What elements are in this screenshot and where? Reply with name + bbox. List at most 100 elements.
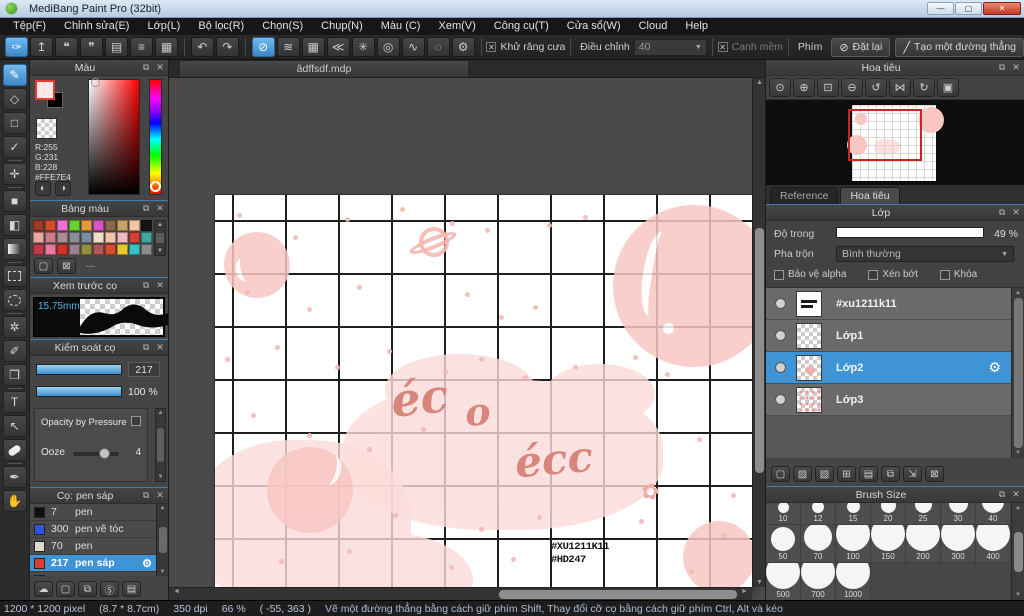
comment-icon[interactable]: ❝ bbox=[55, 37, 78, 57]
reset-button[interactable]: ⊘ Đặt lại bbox=[831, 37, 891, 57]
snap-parallel-icon[interactable]: ≋ bbox=[276, 37, 300, 57]
brush-size-50[interactable]: 50 bbox=[766, 525, 801, 563]
ooze-slider[interactable] bbox=[73, 448, 119, 459]
palette-swatch[interactable] bbox=[33, 232, 44, 243]
figure-tool[interactable]: □ bbox=[2, 112, 27, 134]
brush-size-30[interactable]: 30 bbox=[941, 503, 976, 525]
layer-row-2[interactable]: Lớp2 ⚙ bbox=[766, 352, 1011, 384]
snap-ellipse-icon[interactable]: ◌ bbox=[426, 37, 450, 57]
brush-size-15[interactable]: 15 bbox=[836, 503, 871, 525]
palette-swatch[interactable] bbox=[105, 220, 116, 231]
palette-swatch[interactable] bbox=[69, 244, 80, 255]
saturation-value-picker[interactable] bbox=[88, 78, 140, 195]
brush-size-scrollbar[interactable]: ▲ ▼ bbox=[1011, 503, 1024, 600]
snap-vanishing-point-icon[interactable]: ≪ bbox=[326, 37, 350, 57]
palette-swatch[interactable] bbox=[93, 220, 104, 231]
palette-swatch[interactable] bbox=[93, 232, 104, 243]
scroll-up-icon[interactable]: ▲ bbox=[753, 79, 765, 86]
scroll-down-icon[interactable]: ▼ bbox=[1015, 450, 1021, 456]
soft-eraser-tool[interactable] bbox=[2, 439, 27, 461]
transparent-color-swatch[interactable] bbox=[36, 118, 57, 139]
operation-tool[interactable]: ↖ bbox=[2, 415, 27, 437]
add-halftone-layer-icon[interactable]: ▨ bbox=[793, 466, 812, 482]
merge-down-icon[interactable]: ⇲ bbox=[903, 466, 922, 482]
brush-tool[interactable]: ✎ bbox=[2, 64, 27, 86]
layer-settings-icon[interactable]: ⚙ bbox=[988, 359, 1001, 376]
palette-swatch[interactable] bbox=[117, 244, 128, 255]
hue-slider[interactable] bbox=[149, 79, 162, 195]
palette-swatch[interactable] bbox=[69, 232, 80, 243]
hue-cursor[interactable] bbox=[150, 181, 161, 192]
layer-visibility-icon[interactable] bbox=[776, 363, 785, 372]
palette-scrollbar[interactable]: ▲ ▼ bbox=[154, 220, 166, 256]
control-scrollbar[interactable]: ▲ ▼ bbox=[155, 408, 166, 482]
menu-item-5[interactable]: Chụp(N) bbox=[312, 18, 372, 35]
foreground-color-swatch[interactable] bbox=[35, 80, 55, 100]
palette-swatch[interactable] bbox=[141, 220, 152, 231]
zoom-in-icon[interactable]: ⊕ bbox=[793, 78, 815, 97]
palette-swatch[interactable] bbox=[45, 232, 56, 243]
palette-swatch[interactable] bbox=[45, 220, 56, 231]
brush-item-0[interactable]: 7 pen bbox=[30, 504, 156, 521]
palette-swatch[interactable] bbox=[129, 232, 140, 243]
brush-size-70[interactable]: 70 bbox=[801, 525, 836, 563]
snap-cross-icon[interactable]: ▦ bbox=[301, 37, 325, 57]
scroll-down-icon[interactable]: ▼ bbox=[753, 579, 765, 586]
brush-size-100[interactable]: 100 bbox=[836, 525, 871, 563]
scroll-thumb[interactable] bbox=[157, 428, 164, 462]
menu-item-11[interactable]: Help bbox=[676, 18, 717, 35]
close-icon[interactable]: ✕ bbox=[154, 342, 166, 353]
menu-item-0[interactable]: Tệp(F) bbox=[4, 18, 55, 35]
horizontal-scrollbar[interactable]: ◄ ► bbox=[169, 587, 752, 600]
menu-item-7[interactable]: Xem(V) bbox=[429, 18, 484, 35]
palette-swatch[interactable] bbox=[57, 220, 68, 231]
comic-layout-icon[interactable]: ▦ bbox=[155, 37, 178, 57]
antialias-checkbox[interactable]: ✕ Khử răng cưa bbox=[486, 41, 565, 53]
palette-swatch[interactable] bbox=[69, 220, 80, 231]
brush-list-scrollbar[interactable]: ▲ ▼ bbox=[156, 504, 168, 576]
scroll-up-icon[interactable]: ▲ bbox=[160, 505, 166, 511]
layer-opacity-slider[interactable] bbox=[836, 227, 984, 238]
rotate-right-icon[interactable]: ↻ bbox=[913, 78, 935, 97]
canvas[interactable]: ✿ éc o écc #XU1211K11 #HD247 bbox=[215, 195, 752, 587]
scroll-up-icon[interactable]: ▲ bbox=[158, 410, 164, 416]
popout-icon[interactable]: ⧉ bbox=[996, 62, 1008, 73]
comment-list-icon[interactable]: ❞ bbox=[80, 37, 103, 57]
publish-icon[interactable]: ↥ bbox=[30, 37, 53, 57]
palette-swatch[interactable] bbox=[81, 244, 92, 255]
maximize-button[interactable]: ▢ bbox=[955, 2, 982, 15]
pressure-checkbox[interactable] bbox=[131, 416, 141, 426]
navigator-tab-0[interactable]: Reference bbox=[770, 187, 839, 204]
snap-settings-icon[interactable]: ⚙ bbox=[451, 37, 475, 57]
fit-window-icon[interactable]: ⊡ bbox=[817, 78, 839, 97]
close-icon[interactable]: ✕ bbox=[1010, 62, 1022, 73]
new-palette-color-icon[interactable]: ▢ bbox=[34, 258, 53, 274]
layer-row-0[interactable]: #xu1211k11 bbox=[766, 288, 1011, 320]
duplicate-layer-icon[interactable]: ⧉ bbox=[881, 466, 900, 482]
close-icon[interactable]: ✕ bbox=[1010, 489, 1022, 500]
delete-palette-color-icon[interactable]: ⊠ bbox=[57, 258, 76, 274]
palette-swatch[interactable] bbox=[129, 244, 140, 255]
move-to-folder-icon[interactable]: ▤ bbox=[859, 466, 878, 482]
sv-cursor[interactable] bbox=[91, 78, 100, 87]
add-brush-icon[interactable]: ▢ bbox=[56, 581, 75, 597]
brush-size-500[interactable]: 500 bbox=[766, 563, 801, 600]
layer-checkbox-2[interactable]: Khóa bbox=[939, 269, 977, 280]
scroll-down-icon[interactable]: ▼ bbox=[160, 569, 166, 575]
palette-swatch[interactable] bbox=[93, 244, 104, 255]
hand-tool[interactable]: ✋ bbox=[2, 490, 27, 512]
popout-icon[interactable]: ⧉ bbox=[996, 207, 1008, 218]
scroll-down-icon[interactable]: ▼ bbox=[157, 248, 163, 254]
select-pen-tool[interactable]: ✐ bbox=[2, 340, 27, 362]
popout-icon[interactable]: ⧉ bbox=[996, 489, 1008, 500]
palette-swatch[interactable] bbox=[33, 220, 44, 231]
scroll-thumb[interactable] bbox=[156, 233, 164, 243]
menu-item-3[interactable]: Bộ lọc(R) bbox=[189, 18, 253, 35]
layer-visibility-icon[interactable] bbox=[776, 299, 785, 308]
brush-size-400[interactable]: 400 bbox=[976, 525, 1011, 563]
scroll-up-icon[interactable]: ▲ bbox=[1015, 505, 1021, 511]
minimize-button[interactable]: — bbox=[927, 2, 954, 15]
menu-item-2[interactable]: Lớp(L) bbox=[138, 18, 189, 35]
menu-item-8[interactable]: Công cụ(T) bbox=[485, 18, 558, 35]
scroll-down-icon[interactable]: ▼ bbox=[1015, 592, 1021, 598]
